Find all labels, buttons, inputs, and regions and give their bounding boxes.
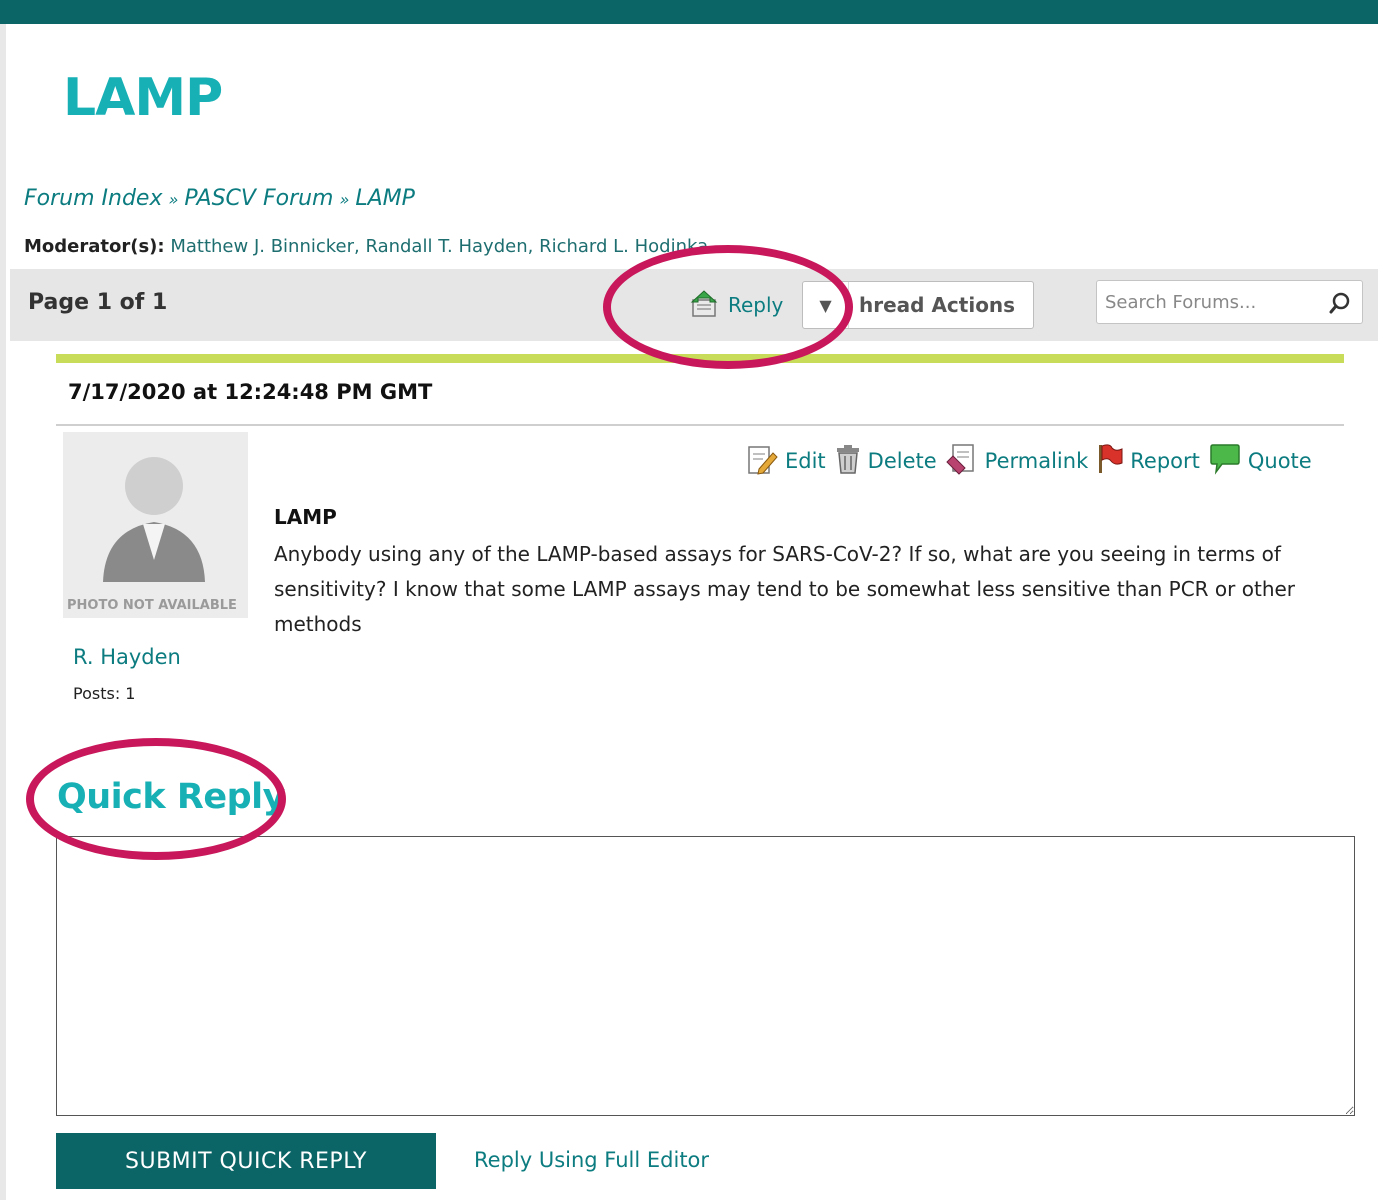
flag-icon	[1096, 443, 1124, 479]
submit-quick-reply-button[interactable]: SUBMIT QUICK REPLY	[56, 1133, 436, 1189]
breadcrumb-forum-index[interactable]: Forum Index	[24, 186, 162, 211]
user-silhouette-icon	[103, 457, 205, 582]
delete-label: Delete	[867, 449, 937, 473]
page-title: LAMP	[63, 68, 223, 128]
thread-actions-label: hread Actions	[859, 293, 1016, 317]
page-info: Page 1 of 1	[28, 290, 168, 315]
edit-label: Edit	[785, 449, 826, 473]
post-divider	[56, 424, 1344, 426]
quote-label: Quote	[1247, 449, 1312, 473]
thread-actions-dropdown[interactable]: ▼ hread Actions	[802, 281, 1034, 329]
breadcrumb-separator: »	[168, 190, 179, 209]
post-accent-bar	[56, 354, 1344, 363]
trash-icon	[834, 443, 862, 479]
post-title: LAMP	[274, 505, 337, 529]
reply-button-label: Reply	[728, 293, 784, 317]
reply-button[interactable]: Reply	[688, 287, 783, 323]
breadcrumb-pascv-forum[interactable]: PASCV Forum	[184, 186, 333, 211]
post-actions: Edit Delete Permalink Report Quote	[745, 442, 1312, 480]
breadcrumb-current[interactable]: LAMP	[355, 186, 415, 211]
breadcrumb: Forum Index » PASCV Forum » LAMP	[24, 186, 415, 211]
permalink-icon	[945, 442, 979, 480]
quick-reply-textarea[interactable]	[56, 836, 1355, 1116]
avatar: PHOTO NOT AVAILABLE	[63, 432, 248, 618]
author-post-count: Posts: 1	[73, 684, 136, 703]
moderators-label: Moderator(s):	[24, 236, 165, 257]
quick-reply-heading: Quick Reply	[57, 777, 285, 817]
search-icon[interactable]	[1328, 291, 1352, 315]
thread-toolbar: Page 1 of 1 Reply ▼ hread Actions	[10, 269, 1378, 341]
post-body: Anybody using any of the LAMP-based assa…	[274, 542, 1296, 636]
avatar-unavailable-note: PHOTO NOT AVAILABLE	[67, 598, 237, 613]
chevron-down-icon: ▼	[803, 282, 849, 328]
reply-full-editor-link[interactable]: Reply Using Full Editor	[474, 1148, 709, 1172]
author-name[interactable]: R. Hayden	[73, 645, 181, 669]
speech-bubble-icon	[1208, 443, 1242, 479]
permalink-label: Permalink	[984, 449, 1089, 473]
quote-button[interactable]: Quote	[1208, 443, 1312, 479]
post-date: 7/17/2020 at 12:24:48 PM GMT	[68, 380, 433, 404]
delete-button[interactable]: Delete	[834, 443, 937, 479]
top-header-bar	[0, 0, 1378, 24]
search-input[interactable]	[1097, 282, 1317, 322]
report-button[interactable]: Report	[1096, 443, 1200, 479]
reply-icon	[688, 288, 720, 322]
breadcrumb-separator: »	[339, 190, 350, 209]
search-box	[1096, 280, 1363, 324]
moderators-names[interactable]: Matthew J. Binnicker, Randall T. Hayden,…	[170, 236, 708, 257]
moderators-line: Moderator(s): Matthew J. Binnicker, Rand…	[24, 236, 708, 257]
permalink-button[interactable]: Permalink	[945, 442, 1089, 480]
report-label: Report	[1130, 449, 1200, 473]
edit-button[interactable]: Edit	[745, 443, 826, 479]
edit-icon	[745, 443, 779, 479]
